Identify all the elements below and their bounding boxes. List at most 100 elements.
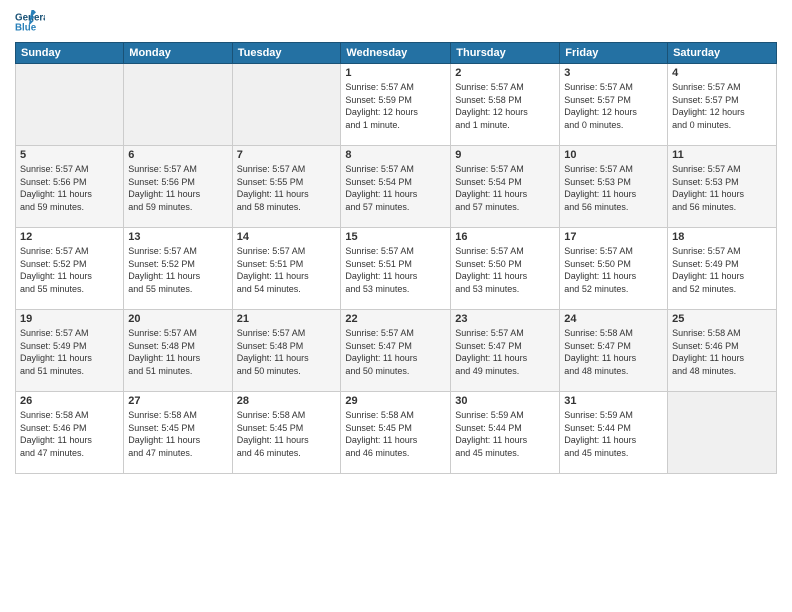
cell-info: Sunrise: 5:57 AM Sunset: 5:58 PM Dayligh… [455,81,555,131]
cell-info: Sunrise: 5:57 AM Sunset: 5:54 PM Dayligh… [345,163,446,213]
cell-info: Sunrise: 5:57 AM Sunset: 5:48 PM Dayligh… [237,327,337,377]
calendar-week-0: 1 Sunrise: 5:57 AM Sunset: 5:59 PM Daylig… [16,64,777,146]
day-number: 26 [20,395,119,407]
cell-info: Sunrise: 5:57 AM Sunset: 5:51 PM Dayligh… [237,245,337,295]
cell-info: Sunrise: 5:57 AM Sunset: 5:49 PM Dayligh… [20,327,119,377]
cell-info: Sunrise: 5:57 AM Sunset: 5:50 PM Dayligh… [455,245,555,295]
cell-info: Sunrise: 5:58 AM Sunset: 5:47 PM Dayligh… [564,327,663,377]
cell-info: Sunrise: 5:57 AM Sunset: 5:49 PM Dayligh… [672,245,772,295]
calendar-week-2: 12 Sunrise: 5:57 AM Sunset: 5:52 PM Dayli… [16,228,777,310]
calendar-cell [124,64,232,146]
logo: General Blue [15,10,51,34]
calendar-cell: 9 Sunrise: 5:57 AM Sunset: 5:54 PM Daylig… [451,146,560,228]
calendar-cell: 31 Sunrise: 5:59 AM Sunset: 5:44 PM Dayli… [560,392,668,474]
day-number: 17 [564,231,663,243]
calendar-cell: 21Sunrise: 5:57 AM Sunset: 5:48 PM Dayli… [232,310,341,392]
day-number: 14 [237,231,337,243]
day-number: 12 [20,231,119,243]
day-number: 25 [672,313,772,325]
calendar-cell: 25Sunrise: 5:58 AM Sunset: 5:46 PM Dayli… [668,310,777,392]
calendar-cell: 23 Sunrise: 5:57 AM Sunset: 5:47 PM Dayli… [451,310,560,392]
calendar-cell: 2 Sunrise: 5:57 AM Sunset: 5:58 PM Daylig… [451,64,560,146]
calendar-cell: 29 Sunrise: 5:58 AM Sunset: 5:45 PM Dayli… [341,392,451,474]
logo-icon: General Blue [15,10,45,34]
calendar-cell: 19 Sunrise: 5:57 AM Sunset: 5:49 PM Dayli… [16,310,124,392]
cell-info: Sunrise: 5:57 AM Sunset: 5:50 PM Dayligh… [564,245,663,295]
day-number: 6 [128,149,227,161]
cell-info: Sunrise: 5:57 AM Sunset: 5:51 PM Dayligh… [345,245,446,295]
calendar-header-row: SundayMondayTuesdayWednesdayThursdayFrid… [16,43,777,64]
header-wednesday: Wednesday [341,43,451,64]
page-container: General Blue SundayMondayTuesdayWednesda… [0,0,792,612]
cell-info: Sunrise: 5:57 AM Sunset: 5:52 PM Dayligh… [20,245,119,295]
cell-info: Sunrise: 5:58 AM Sunset: 5:46 PM Dayligh… [20,409,119,459]
calendar-cell: 6 Sunrise: 5:57 AM Sunset: 5:56 PM Daylig… [124,146,232,228]
header-sunday: Sunday [16,43,124,64]
calendar-cell: 24 Sunrise: 5:58 AM Sunset: 5:47 PM Dayli… [560,310,668,392]
cell-info: Sunrise: 5:57 AM Sunset: 5:48 PM Dayligh… [128,327,227,377]
calendar-cell: 18 Sunrise: 5:57 AM Sunset: 5:49 PM Dayli… [668,228,777,310]
cell-info: Sunrise: 5:59 AM Sunset: 5:44 PM Dayligh… [455,409,555,459]
cell-info: Sunrise: 5:58 AM Sunset: 5:45 PM Dayligh… [128,409,227,459]
day-number: 31 [564,395,663,407]
cell-info: Sunrise: 5:57 AM Sunset: 5:54 PM Dayligh… [455,163,555,213]
day-number: 27 [128,395,227,407]
calendar-cell: 4 Sunrise: 5:57 AM Sunset: 5:57 PM Daylig… [668,64,777,146]
day-number: 8 [345,149,446,161]
cell-info: Sunrise: 5:58 AM Sunset: 5:45 PM Dayligh… [237,409,337,459]
cell-info: Sunrise: 5:58 AM Sunset: 5:45 PM Dayligh… [345,409,446,459]
calendar-cell [232,64,341,146]
calendar-cell: 15Sunrise: 5:57 AM Sunset: 5:51 PM Dayli… [341,228,451,310]
day-number: 3 [564,67,663,79]
calendar-cell: 8 Sunrise: 5:57 AM Sunset: 5:54 PM Daylig… [341,146,451,228]
day-number: 16 [455,231,555,243]
day-number: 2 [455,67,555,79]
day-number: 23 [455,313,555,325]
calendar-cell: 17 Sunrise: 5:57 AM Sunset: 5:50 PM Dayli… [560,228,668,310]
cell-info: Sunrise: 5:57 AM Sunset: 5:57 PM Dayligh… [672,81,772,131]
day-number: 4 [672,67,772,79]
calendar-cell: 22Sunrise: 5:57 AM Sunset: 5:47 PM Dayli… [341,310,451,392]
calendar-cell: 7 Sunrise: 5:57 AM Sunset: 5:55 PM Daylig… [232,146,341,228]
cell-info: Sunrise: 5:57 AM Sunset: 5:53 PM Dayligh… [672,163,772,213]
header-saturday: Saturday [668,43,777,64]
cell-info: Sunrise: 5:57 AM Sunset: 5:56 PM Dayligh… [128,163,227,213]
day-number: 7 [237,149,337,161]
calendar-cell: 1 Sunrise: 5:57 AM Sunset: 5:59 PM Daylig… [341,64,451,146]
calendar-week-1: 5 Sunrise: 5:57 AM Sunset: 5:56 PM Daylig… [16,146,777,228]
day-number: 1 [345,67,446,79]
day-number: 18 [672,231,772,243]
day-number: 19 [20,313,119,325]
day-number: 28 [237,395,337,407]
calendar-cell: 26 Sunrise: 5:58 AM Sunset: 5:46 PM Dayli… [16,392,124,474]
calendar-cell: 5 Sunrise: 5:57 AM Sunset: 5:56 PM Daylig… [16,146,124,228]
calendar-cell [668,392,777,474]
cell-info: Sunrise: 5:57 AM Sunset: 5:59 PM Dayligh… [345,81,446,131]
day-number: 24 [564,313,663,325]
day-number: 10 [564,149,663,161]
cell-info: Sunrise: 5:57 AM Sunset: 5:47 PM Dayligh… [455,327,555,377]
day-number: 20 [128,313,227,325]
calendar-cell: 3Sunrise: 5:57 AM Sunset: 5:57 PM Daylig… [560,64,668,146]
calendar-cell [16,64,124,146]
svg-text:Blue: Blue [15,22,37,33]
calendar-week-4: 26 Sunrise: 5:58 AM Sunset: 5:46 PM Dayli… [16,392,777,474]
cell-info: Sunrise: 5:57 AM Sunset: 5:55 PM Dayligh… [237,163,337,213]
day-number: 30 [455,395,555,407]
calendar-cell: 11Sunrise: 5:57 AM Sunset: 5:53 PM Dayli… [668,146,777,228]
cell-info: Sunrise: 5:59 AM Sunset: 5:44 PM Dayligh… [564,409,663,459]
calendar-cell: 14 Sunrise: 5:57 AM Sunset: 5:51 PM Dayli… [232,228,341,310]
header-monday: Monday [124,43,232,64]
calendar-cell: 20 Sunrise: 5:57 AM Sunset: 5:48 PM Dayli… [124,310,232,392]
page-header: General Blue [15,10,777,34]
day-number: 29 [345,395,446,407]
calendar-cell: 28 Sunrise: 5:58 AM Sunset: 5:45 PM Dayli… [232,392,341,474]
cell-info: Sunrise: 5:57 AM Sunset: 5:53 PM Dayligh… [564,163,663,213]
day-number: 5 [20,149,119,161]
calendar-table: SundayMondayTuesdayWednesdayThursdayFrid… [15,42,777,474]
calendar-cell: 13Sunrise: 5:57 AM Sunset: 5:52 PM Dayli… [124,228,232,310]
calendar-cell: 30 Sunrise: 5:59 AM Sunset: 5:44 PM Dayli… [451,392,560,474]
day-number: 9 [455,149,555,161]
cell-info: Sunrise: 5:57 AM Sunset: 5:47 PM Dayligh… [345,327,446,377]
cell-info: Sunrise: 5:57 AM Sunset: 5:56 PM Dayligh… [20,163,119,213]
